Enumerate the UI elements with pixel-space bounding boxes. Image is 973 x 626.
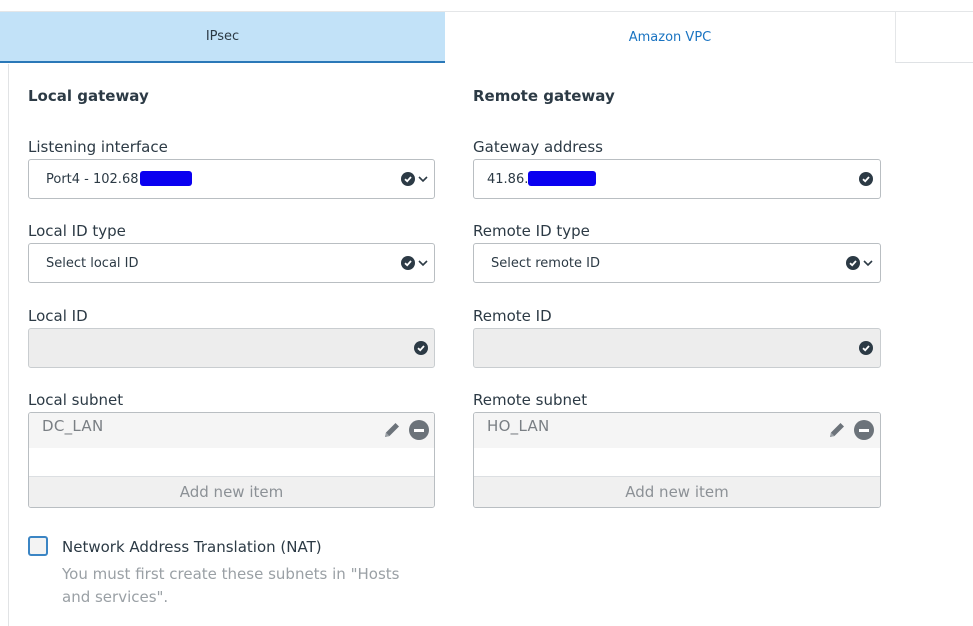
tab-ipsec[interactable]: IPsec	[0, 12, 445, 63]
chevron-down-icon[interactable]	[417, 173, 429, 185]
remote-id-field	[473, 328, 881, 368]
check-circle-icon	[859, 341, 873, 355]
nat-checkbox[interactable]	[28, 536, 48, 556]
remote-id-label: Remote ID	[473, 307, 552, 325]
tab-divider	[895, 12, 896, 63]
remote-subnet-label: Remote subnet	[473, 391, 588, 409]
gateway-address-input[interactable]: 41.86.	[473, 159, 881, 199]
nat-help-text: You must first create these subnets in "…	[62, 565, 400, 606]
remote-id-type-label: Remote ID type	[473, 222, 590, 240]
list-item: HO_LAN	[474, 413, 880, 448]
chevron-down-icon[interactable]	[862, 257, 874, 269]
chevron-down-icon[interactable]	[417, 257, 429, 269]
redaction-mark	[528, 170, 597, 186]
add-new-item-button[interactable]: Add new item	[474, 476, 880, 507]
minus-circle-icon[interactable]	[409, 420, 429, 440]
listening-interface-label: Listening interface	[28, 138, 168, 156]
check-circle-icon	[401, 172, 415, 186]
local-id-type-label: Local ID type	[28, 222, 126, 240]
local-gateway-title: Local gateway	[28, 87, 149, 105]
local-subnet-label: Local subnet	[28, 391, 124, 409]
local-subnet-list: DC_LAN Add new item	[28, 412, 435, 508]
listening-interface-value: Port4 - 102.68	[46, 171, 139, 187]
local-id-type-value: Select local ID	[46, 255, 139, 271]
nat-label: Network Address Translation (NAT)	[62, 538, 322, 556]
tab-bar: IPsec Amazon VPC	[0, 12, 973, 63]
gateway-address-value: 41.86.	[487, 171, 529, 187]
redaction-mark	[139, 170, 192, 186]
tab-amazon-vpc[interactable]: Amazon VPC	[445, 12, 895, 63]
local-id-type-select[interactable]: Select local ID	[28, 243, 435, 283]
remote-id-type-value: Select remote ID	[491, 255, 600, 271]
check-circle-icon	[414, 341, 428, 355]
top-strip	[0, 0, 973, 12]
gateway-address-label: Gateway address	[473, 138, 603, 156]
remote-subnet-item-label: HO_LAN	[487, 417, 550, 435]
pencil-icon[interactable]	[382, 420, 402, 440]
remote-id-type-select[interactable]: Select remote ID	[473, 243, 881, 283]
local-id-field	[28, 328, 435, 368]
pencil-icon[interactable]	[827, 420, 847, 440]
minus-circle-icon[interactable]	[854, 420, 874, 440]
local-subnet-item-label: DC_LAN	[42, 417, 104, 435]
remote-gateway-title: Remote gateway	[473, 87, 615, 105]
check-circle-icon	[846, 256, 860, 270]
remote-subnet-list: HO_LAN Add new item	[473, 412, 881, 508]
check-circle-icon	[401, 256, 415, 270]
local-id-label: Local ID	[28, 307, 88, 325]
add-new-item-button[interactable]: Add new item	[29, 476, 434, 507]
listening-interface-select[interactable]: Port4 - 102.68	[28, 159, 435, 199]
list-item: DC_LAN	[29, 413, 434, 448]
check-circle-icon	[859, 172, 873, 186]
